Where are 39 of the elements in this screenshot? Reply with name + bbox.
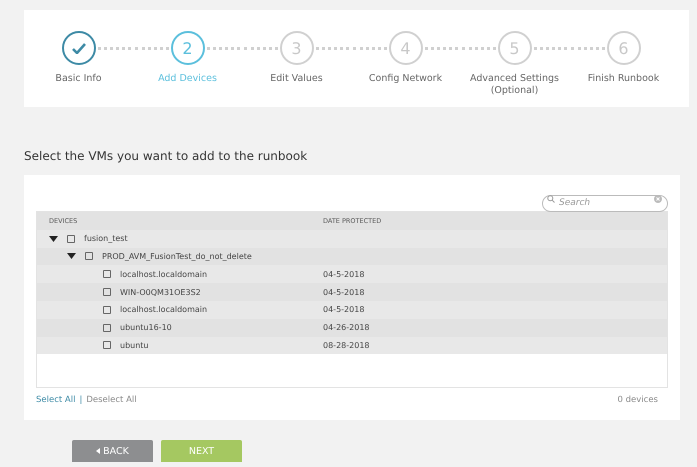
step-label: Advanced Settings (Optional) xyxy=(469,73,560,97)
search-icon xyxy=(547,194,555,202)
step-label: Basic Info xyxy=(54,73,103,85)
deselect-all-link[interactable]: Deselect All xyxy=(86,395,137,405)
checkbox[interactable] xyxy=(103,324,111,332)
step-label: Config Network xyxy=(368,73,444,85)
step-label: Finish Runbook xyxy=(586,73,660,85)
checkbox[interactable] xyxy=(85,252,93,260)
caret-icon xyxy=(96,448,100,454)
select-all-link[interactable]: Select All xyxy=(36,395,76,405)
date-cell: 04-5-2018 xyxy=(323,288,364,297)
checkbox[interactable] xyxy=(103,341,111,350)
date-cell: 04-5-2018 xyxy=(323,305,364,314)
checkbox[interactable] xyxy=(103,270,111,278)
device-name: localhost.localdomain xyxy=(120,270,208,279)
device-name: WIN-O0QM31OE3S2 xyxy=(120,288,201,297)
date-cell: 08-28-2018 xyxy=(323,340,370,350)
device-name: PROD_AVM_FusionTest_do_not_delete xyxy=(102,252,252,261)
device-name: localhost.localdomain xyxy=(120,305,208,314)
separator: | xyxy=(79,395,82,405)
device-name: fusion_test xyxy=(84,234,128,244)
step-label: Add Devices xyxy=(157,73,218,85)
caret-icon[interactable] xyxy=(67,253,76,260)
step-circle: 2 xyxy=(170,31,204,65)
caret-icon[interactable] xyxy=(49,236,58,242)
step-label: Edit Values xyxy=(269,73,324,85)
check-icon xyxy=(72,42,86,54)
device-name: ubuntu xyxy=(120,340,148,350)
checkbox[interactable] xyxy=(67,234,75,243)
search-field[interactable]: Search xyxy=(542,194,668,212)
back-button[interactable]: BACK xyxy=(72,440,153,462)
checkbox[interactable] xyxy=(103,288,111,296)
section-heading: Select the VMs you want to add to the runbook xyxy=(24,148,308,164)
checkbox[interactable] xyxy=(103,306,111,314)
date-cell: 04-26-2018 xyxy=(323,323,370,332)
date-cell: 04-5-2018 xyxy=(323,270,364,279)
device-name: ubuntu16-10 xyxy=(120,323,172,332)
next-button[interactable]: NEXT xyxy=(161,440,242,462)
device-count: 0 devices xyxy=(618,395,658,405)
